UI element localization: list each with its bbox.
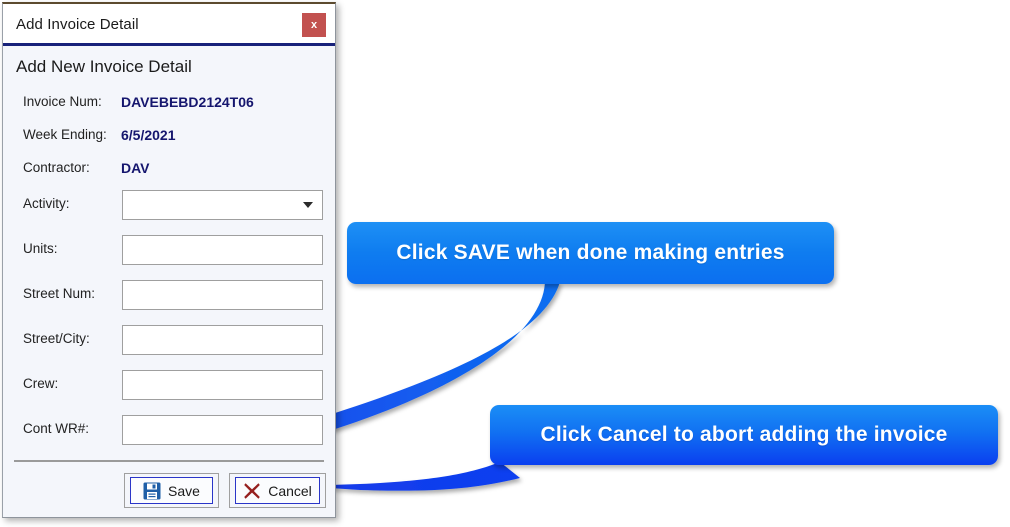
- info-value: 6/5/2021: [121, 127, 176, 143]
- info-label: Contractor:: [23, 160, 90, 175]
- save-button-inner: Save: [130, 477, 213, 504]
- field-row-crew: Crew:: [3, 370, 335, 400]
- dialog-title: Add Invoice Detail: [16, 16, 139, 33]
- save-button-label: Save: [168, 482, 200, 499]
- field-label-crew: Crew:: [23, 376, 59, 391]
- street-num-input[interactable]: [122, 280, 323, 310]
- units-input[interactable]: [122, 235, 323, 265]
- field-row-units: Units:: [3, 235, 335, 265]
- callout-save-text: Click SAVE when done making entries: [396, 241, 785, 264]
- close-cross-icon: [244, 482, 261, 499]
- info-value: DAVEBEBD2124T06: [121, 94, 254, 110]
- chevron-down-icon: [303, 202, 313, 208]
- crew-input[interactable]: [122, 370, 323, 400]
- button-divider: [14, 460, 324, 462]
- activity-select[interactable]: [122, 190, 323, 220]
- field-label-cont-wr: Cont WR#:: [23, 421, 90, 436]
- info-label: Week Ending:: [23, 127, 107, 142]
- field-row-activity: Activity:: [3, 190, 335, 220]
- close-icon[interactable]: x: [302, 13, 326, 37]
- add-invoice-detail-dialog: Add Invoice Detail x Add New Invoice Det…: [2, 2, 336, 518]
- info-row-invoice-num: Invoice Num: DAVEBEBD2124T06: [3, 94, 335, 116]
- save-button[interactable]: Save: [124, 473, 219, 508]
- field-label-units: Units:: [23, 241, 58, 256]
- info-row-contractor: Contractor: DAV: [3, 160, 335, 182]
- callout-cancel-text: Click Cancel to abort adding the invoice: [540, 423, 948, 446]
- field-row-street-num: Street Num:: [3, 280, 335, 310]
- cont-wr-input[interactable]: [122, 415, 323, 445]
- cancel-button-label: Cancel: [268, 482, 312, 499]
- save-floppy-icon: [143, 482, 161, 499]
- field-label-street-city: Street/City:: [23, 331, 90, 346]
- cancel-button[interactable]: Cancel: [229, 473, 326, 508]
- callout-save-bubble: Click SAVE when done making entries: [347, 222, 834, 284]
- cancel-button-inner: Cancel: [235, 477, 320, 504]
- info-label: Invoice Num:: [23, 94, 102, 109]
- dialog-titlebar: Add Invoice Detail x: [3, 4, 335, 46]
- info-value: DAV: [121, 160, 150, 176]
- info-row-week-ending: Week Ending: 6/5/2021: [3, 127, 335, 149]
- street-city-input[interactable]: [122, 325, 323, 355]
- dialog-heading: Add New Invoice Detail: [16, 57, 192, 76]
- screenshot-root: Add Invoice Detail x Add New Invoice Det…: [0, 0, 1010, 527]
- field-label-street-num: Street Num:: [23, 286, 96, 301]
- field-row-cont-wr: Cont WR#:: [3, 415, 335, 445]
- field-label-activity: Activity:: [23, 196, 70, 211]
- callout-cancel-bubble: Click Cancel to abort adding the invoice: [490, 405, 998, 465]
- field-row-street-city: Street/City:: [3, 325, 335, 355]
